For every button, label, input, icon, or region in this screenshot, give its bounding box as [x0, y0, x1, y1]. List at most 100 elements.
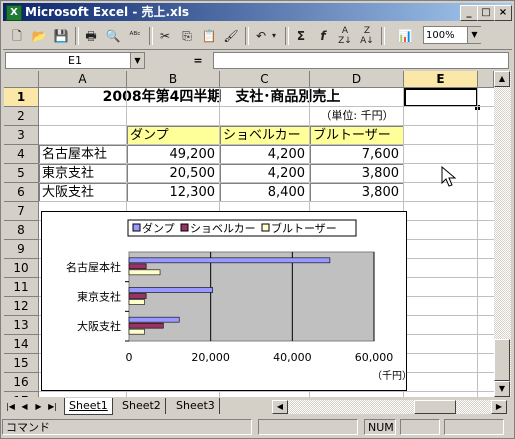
x-tick-label-1: 0	[126, 351, 133, 364]
row-header-3[interactable]: 3	[4, 126, 39, 145]
zoom-dropdown-icon[interactable]: ▼	[467, 27, 481, 43]
row-header-13[interactable]: 13	[4, 316, 39, 335]
sheet-title-cell[interactable]: 2008年第4四半期 支社･商品別売上	[39, 88, 404, 107]
grid-line	[477, 88, 478, 397]
row-header-14[interactable]: 14	[4, 335, 39, 354]
row-header-1[interactable]: 1	[4, 88, 39, 107]
maximize-button[interactable]: □	[477, 5, 495, 21]
tab-sheet1[interactable]: Sheet1	[64, 398, 113, 415]
row-header-16[interactable]: 16	[4, 373, 39, 392]
excel-app-icon[interactable]: X	[6, 5, 22, 21]
value-cell[interactable]: 4,200	[220, 164, 310, 183]
category-label-1: 名古屋本社	[66, 260, 121, 274]
x-unit-label: （千円）	[372, 370, 406, 382]
unit-label-cell[interactable]: （単位: 千円）	[310, 107, 404, 126]
name-box[interactable]: E1	[5, 52, 145, 69]
spelling-icon[interactable]: ᴬᴮᶜ	[125, 26, 145, 46]
cell-a3[interactable]	[39, 126, 127, 145]
worksheet-grid[interactable]: A B C D E 1234567891011121314151617 2008…	[4, 71, 494, 397]
value-cell[interactable]: 4,200	[220, 145, 310, 164]
name-box-dropdown-icon[interactable]: ▼	[130, 53, 144, 68]
copy-icon[interactable]: ⎘	[177, 26, 197, 46]
tab-sheet3[interactable]: Sheet3	[172, 398, 220, 414]
row-header-11[interactable]: 11	[4, 278, 39, 297]
row-header-10[interactable]: 10	[4, 259, 39, 278]
status-bar: コマンド NUM	[2, 418, 511, 436]
row-header-7[interactable]: 7	[4, 202, 39, 221]
format-painter-icon[interactable]: 🖌	[221, 26, 241, 46]
column-header-d[interactable]: D	[310, 71, 404, 88]
scroll-right-icon[interactable]: ▶	[491, 400, 507, 414]
row-header-2[interactable]: 2	[4, 107, 39, 126]
print-icon[interactable]: 🖶	[81, 26, 101, 46]
standard-toolbar: 🗋 📂 💾 🖶 🔍 ᴬᴮᶜ ✂ ⎘ 📋 🖌 ↶ ▾ Σ f A Z↓ Z A↓ 📊 …	[3, 23, 512, 50]
save-icon[interactable]: 💾	[51, 26, 71, 46]
value-cell[interactable]: 8,400	[220, 183, 310, 202]
toolbar-separator	[149, 27, 153, 45]
edit-formula-button[interactable]: =	[186, 52, 210, 69]
autosum-icon[interactable]: Σ	[291, 26, 311, 46]
value-cell[interactable]: 7,600	[310, 145, 404, 164]
branch-cell-nagoya[interactable]: 名古屋本社	[39, 145, 127, 164]
grid-line	[39, 182, 494, 183]
header-cell-bulldozer[interactable]: ブルトーザー	[310, 126, 404, 145]
title-bar[interactable]: X Microsoft Excel - 売上.xls _ □ ×	[3, 3, 512, 21]
close-button[interactable]: ×	[494, 5, 512, 21]
value-cell[interactable]: 3,800	[310, 183, 404, 202]
row-header-17[interactable]: 17	[4, 392, 39, 397]
minimize-button[interactable]: _	[460, 5, 478, 21]
embedded-bar-chart[interactable]: ダンプ ショベルカー ブルトーザー 名古屋本社 東京支社 大阪支社 0 20,000 40,00…	[41, 211, 412, 391]
row-header-12[interactable]: 12	[4, 297, 39, 316]
cut-icon[interactable]: ✂	[155, 26, 175, 46]
column-header-a[interactable]: A	[39, 71, 127, 88]
cell-e1-selected[interactable]	[404, 88, 478, 107]
new-file-icon[interactable]: 🗋	[7, 26, 27, 46]
undo-dropdown-icon[interactable]: ▾	[269, 26, 279, 46]
chart-wizard-icon[interactable]: 📊	[395, 26, 415, 46]
column-header-c[interactable]: C	[220, 71, 310, 88]
row-header-5[interactable]: 5	[4, 164, 39, 183]
print-preview-icon[interactable]: 🔍	[103, 26, 123, 46]
value-cell[interactable]: 12,300	[127, 183, 220, 202]
horizontal-scrollbar[interactable]: ◀ ▶	[272, 400, 507, 414]
row-header-8[interactable]: 8	[4, 221, 39, 240]
function-icon[interactable]: f	[313, 26, 333, 46]
tab-sheet2[interactable]: Sheet2	[118, 398, 166, 414]
sort-descending-icon[interactable]: Z A↓	[357, 26, 377, 46]
branch-cell-tokyo[interactable]: 東京支社	[39, 164, 127, 183]
open-folder-icon[interactable]: 📂	[29, 26, 49, 46]
undo-icon[interactable]: ↶	[251, 26, 271, 46]
sort-ascending-icon[interactable]: A Z↓	[335, 26, 355, 46]
row-header-9[interactable]: 9	[4, 240, 39, 259]
row-header-6[interactable]: 6	[4, 183, 39, 202]
header-cell-dump[interactable]: ダンプ	[127, 126, 220, 145]
scroll-left-icon[interactable]: ◀	[272, 400, 288, 414]
x-tick-label-2: 20,000	[191, 351, 230, 364]
column-header-e[interactable]: E	[404, 71, 478, 88]
scroll-down-icon[interactable]: ▼	[494, 381, 510, 397]
grid-line	[39, 144, 494, 145]
first-sheet-icon[interactable]: |◀	[4, 400, 17, 414]
scroll-thumb[interactable]	[494, 339, 510, 381]
plot-area	[128, 251, 375, 342]
legend-label-1: ダンプ	[142, 221, 175, 235]
column-header-f[interactable]	[478, 71, 494, 88]
value-cell[interactable]: 20,500	[127, 164, 220, 183]
row-header-15[interactable]: 15	[4, 354, 39, 373]
grid-line	[39, 201, 494, 202]
column-header-b[interactable]: B	[127, 71, 220, 88]
value-cell[interactable]: 49,200	[127, 145, 220, 164]
scroll-up-icon[interactable]: ▲	[494, 71, 510, 87]
last-sheet-icon[interactable]: ▶|	[46, 400, 59, 414]
row-header-4[interactable]: 4	[4, 145, 39, 164]
branch-cell-osaka[interactable]: 大阪支社	[39, 183, 127, 202]
header-cell-shovel[interactable]: ショベルカー	[220, 126, 310, 145]
vertical-scrollbar[interactable]: ▲ ▼	[494, 71, 511, 397]
prev-sheet-icon[interactable]: ◀	[18, 400, 31, 414]
hscroll-thumb[interactable]	[414, 400, 456, 414]
select-all-corner[interactable]	[4, 71, 39, 88]
formula-input[interactable]	[213, 52, 509, 69]
paste-icon[interactable]: 📋	[199, 26, 219, 46]
value-cell[interactable]: 3,800	[310, 164, 404, 183]
next-sheet-icon[interactable]: ▶	[32, 400, 45, 414]
